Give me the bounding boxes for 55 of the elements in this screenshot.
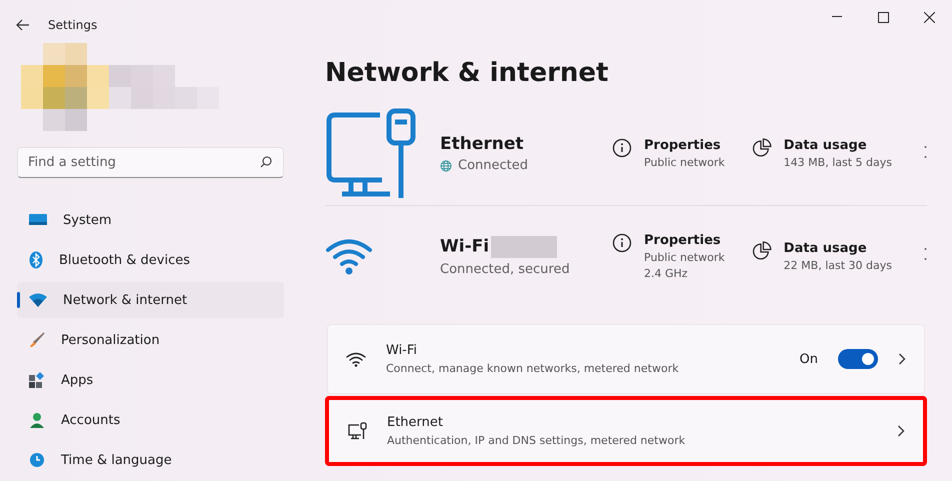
wifi-icon bbox=[29, 293, 47, 307]
apps-icon bbox=[29, 372, 45, 388]
redacted-network-name bbox=[491, 236, 558, 258]
monitor-icon bbox=[29, 213, 47, 227]
sidebar-item[interactable]: System bbox=[17, 202, 284, 238]
sidebar-item[interactable]: Apps bbox=[17, 362, 284, 398]
property-detail: 2.4 GHz bbox=[644, 266, 689, 280]
connection-status: Connected bbox=[458, 158, 528, 173]
setting-title: Wi-Fi bbox=[386, 343, 418, 358]
wifi-icon bbox=[346, 351, 366, 367]
data-usage-detail: 143 MB, last 5 days bbox=[784, 156, 892, 169]
connection-name: Ethernet bbox=[440, 134, 524, 154]
info-icon[interactable] bbox=[612, 138, 632, 158]
settings-card[interactable]: Ethernet Authentication, IP and DNS settings, metered network bbox=[325, 396, 927, 466]
chevron-right-icon bbox=[898, 353, 906, 365]
minimize-icon bbox=[832, 16, 842, 18]
property-detail: Public network bbox=[644, 250, 725, 264]
data-usage-detail: 22 MB, last 30 days bbox=[784, 258, 892, 272]
sidebar-item[interactable]: Personalization bbox=[17, 322, 284, 358]
ethernet-computer-icon bbox=[325, 108, 417, 200]
page-title: Network & internet bbox=[325, 58, 610, 88]
sidebar-item[interactable]: Bluetooth & devices bbox=[17, 242, 284, 278]
sidebar-item[interactable]: Time & language bbox=[17, 442, 284, 478]
back-arrow-icon[interactable] bbox=[16, 19, 30, 31]
brush-icon bbox=[29, 332, 45, 348]
properties-link[interactable]: Properties bbox=[644, 138, 725, 153]
sidebar-item[interactable]: Network & internet bbox=[17, 282, 284, 318]
search-icon bbox=[260, 156, 272, 168]
settings-card[interactable]: Wi-Fi Connect, manage known networks, metered network On bbox=[327, 324, 925, 394]
connection-status: Connected, secured bbox=[440, 262, 570, 276]
selection-indicator bbox=[17, 292, 20, 308]
properties-link[interactable]: Properties bbox=[644, 232, 725, 248]
ethernet-computer-icon bbox=[347, 422, 367, 440]
data-usage-link[interactable]: Data usage bbox=[784, 138, 892, 153]
setting-description: Authentication, IP and DNS settings, metered network bbox=[387, 434, 686, 447]
connection-name: Wi-Fi bbox=[440, 236, 490, 256]
search-field[interactable]: Find a setting bbox=[17, 147, 284, 178]
maximize-icon bbox=[878, 12, 888, 22]
pie-chart-icon[interactable] bbox=[752, 240, 772, 260]
chevron-right-icon bbox=[897, 425, 905, 437]
setting-description: Connect, manage known networks, metered network bbox=[386, 362, 680, 375]
setting-title: Ethernet bbox=[387, 415, 444, 430]
close-icon bbox=[924, 12, 934, 22]
pie-chart-icon[interactable] bbox=[752, 138, 772, 158]
person-icon bbox=[29, 412, 45, 428]
property-detail: Public network bbox=[644, 156, 725, 169]
globe-icon bbox=[440, 160, 452, 172]
window-title: Settings bbox=[48, 18, 98, 32]
toggle-label: On bbox=[800, 352, 818, 366]
globe-clock-icon bbox=[29, 452, 45, 468]
data-usage-link[interactable]: Data usage bbox=[784, 240, 892, 256]
sidebar-item[interactable]: Accounts bbox=[17, 402, 284, 438]
toggle-switch[interactable] bbox=[838, 349, 878, 369]
info-icon[interactable] bbox=[612, 232, 632, 252]
bluetooth-icon bbox=[29, 251, 43, 269]
